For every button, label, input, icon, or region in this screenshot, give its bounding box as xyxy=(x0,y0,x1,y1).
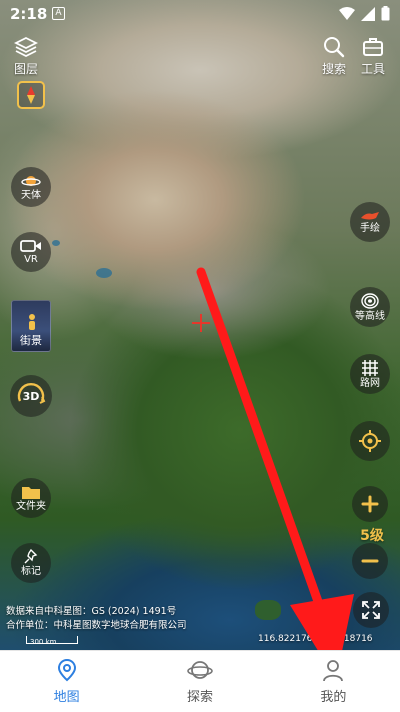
contour-button[interactable]: 等高线 xyxy=(350,287,390,327)
road-network-button[interactable]: 路网 xyxy=(350,354,390,394)
draw-button[interactable]: 手绘 xyxy=(350,202,390,242)
grid-icon xyxy=(362,360,378,376)
island-shape xyxy=(255,600,281,620)
target-icon xyxy=(359,430,381,452)
nav-me-tab[interactable]: 我的 xyxy=(267,651,400,712)
coordinates-readout: 116.82217634.66818716 xyxy=(258,634,373,644)
layers-icon xyxy=(14,36,38,58)
signal-icon xyxy=(361,6,375,21)
person-icon xyxy=(323,660,344,682)
expand-icon xyxy=(362,601,380,619)
vr-camera-icon xyxy=(20,240,41,252)
nav-map-label: 地图 xyxy=(53,690,80,705)
pin-icon xyxy=(24,549,38,564)
street-view-label: 街景 xyxy=(20,334,42,347)
search-button[interactable]: 搜索 xyxy=(314,36,354,77)
toolbox-icon xyxy=(363,38,383,56)
bottom-navigation: 地图 探索 我的 xyxy=(0,650,400,712)
map-pin-icon xyxy=(57,658,76,682)
brush-icon xyxy=(361,212,379,220)
celestial-label: 天体 xyxy=(21,190,41,201)
contour-icon xyxy=(361,293,379,309)
lake-shape xyxy=(96,268,112,278)
3d-rotate-icon xyxy=(17,383,46,404)
status-time: 2:18 xyxy=(10,5,48,23)
nav-me-label: 我的 xyxy=(320,690,347,705)
3d-button[interactable]: 3D xyxy=(10,375,52,417)
wifi-icon xyxy=(339,6,355,20)
street-view-button[interactable]: 街景 xyxy=(11,300,51,352)
nav-explore-tab[interactable]: 探索 xyxy=(133,651,266,712)
tools-button[interactable]: 工具 xyxy=(353,36,393,77)
contour-label: 等高线 xyxy=(355,311,385,322)
search-label: 搜索 xyxy=(321,62,346,76)
fullscreen-button[interactable] xyxy=(353,592,389,628)
zoom-level-text: 5级 xyxy=(360,528,384,544)
battery-icon xyxy=(381,6,390,21)
marker-button[interactable]: 标记 xyxy=(11,543,51,583)
celestial-button[interactable]: 天体 xyxy=(11,167,51,207)
layers-label: 图层 xyxy=(13,62,38,76)
map-center-crosshair xyxy=(192,314,210,332)
plus-icon xyxy=(361,495,379,513)
attribution-line-2: 合作单位：中科星图数字地球合肥有限公司 xyxy=(6,620,187,631)
layers-button[interactable]: 图层 xyxy=(6,36,46,77)
folder-label: 文件夹 xyxy=(16,501,46,512)
nav-explore-label: 探索 xyxy=(186,690,213,705)
compass-button[interactable] xyxy=(17,81,45,109)
folder-icon xyxy=(22,487,40,499)
zoom-in-button[interactable] xyxy=(352,486,388,522)
folder-button[interactable]: 文件夹 xyxy=(11,478,51,518)
scale-label: 300 km xyxy=(30,638,57,646)
tools-label: 工具 xyxy=(360,62,385,76)
road-network-label: 路网 xyxy=(360,378,380,389)
map-attribution: 数据来自中科星图：GS (2024) 1491号 合作单位：中科星图数字地球合肥… xyxy=(6,605,187,633)
notification-icon: A xyxy=(52,7,65,20)
street-person-icon xyxy=(29,314,35,330)
locate-button[interactable] xyxy=(350,421,390,461)
lake-shape xyxy=(52,240,60,246)
planet-icon xyxy=(21,176,41,186)
zoom-out-button[interactable] xyxy=(352,543,388,579)
vr-label: VR xyxy=(24,254,38,265)
vr-button[interactable]: VR xyxy=(11,232,51,272)
status-bar: 2:18 A xyxy=(0,0,400,28)
attribution-line-1: 数据来自中科星图：GS (2024) 1491号 xyxy=(6,606,177,617)
marker-label: 标记 xyxy=(21,566,41,577)
search-icon xyxy=(324,37,345,58)
nav-map-tab[interactable]: 地图 xyxy=(0,651,133,712)
draw-label: 手绘 xyxy=(360,223,380,234)
planet-icon xyxy=(187,661,213,679)
compass-icon xyxy=(27,86,35,104)
minus-icon xyxy=(361,559,379,563)
